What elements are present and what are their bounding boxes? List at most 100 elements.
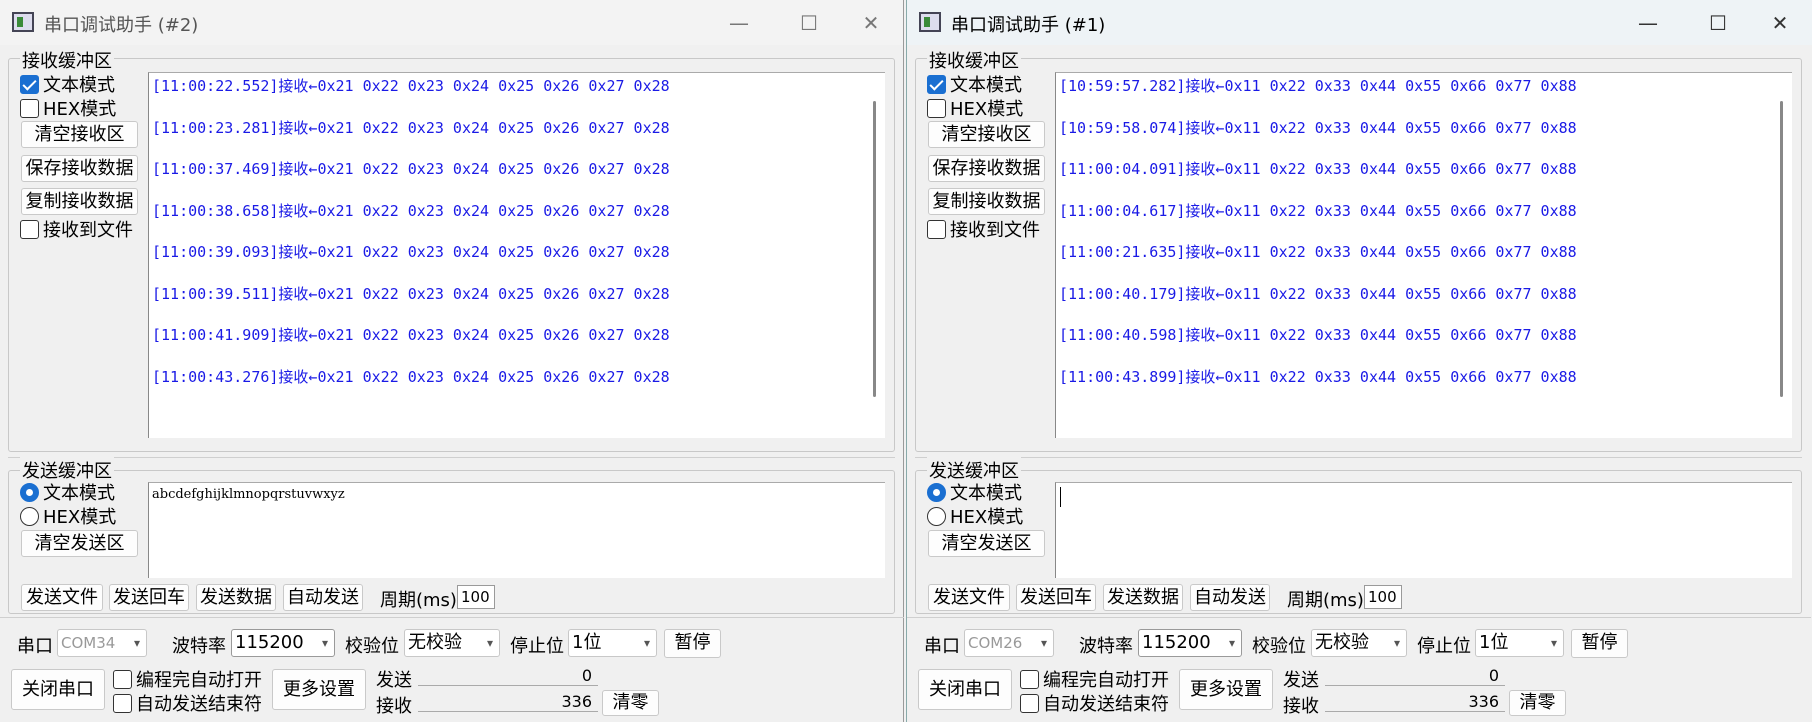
divider xyxy=(0,617,904,618)
copy-recv-button[interactable]: 复制接收数据 xyxy=(21,188,138,215)
more-settings-button[interactable]: 更多设置 xyxy=(1179,669,1273,710)
close-icon[interactable]: ✕ xyxy=(1750,6,1810,40)
send-hex-mode-radio[interactable]: HEX模式 xyxy=(20,505,116,528)
divider xyxy=(907,617,1811,618)
parity-label: 校验位 xyxy=(345,636,399,657)
clear-count-button[interactable]: 清零 xyxy=(1509,690,1566,716)
send-cr-button[interactable]: 发送回车 xyxy=(109,584,189,611)
sent-count: 0 xyxy=(418,666,598,686)
recv-text-mode-label: 文本模式 xyxy=(43,75,115,96)
chevron-down-icon: ▾ xyxy=(643,636,650,650)
stop-select[interactable]: 1位 ▾ xyxy=(568,629,657,657)
title-bar[interactable]: 串口调试助手 (#2) — ☐ ✕ xyxy=(0,0,903,45)
radio-selected-icon xyxy=(927,482,946,502)
send-data-button[interactable]: 发送数据 xyxy=(1103,584,1183,611)
auto-send-button[interactable]: 自动发送 xyxy=(283,584,363,611)
pause-button[interactable]: 暂停 xyxy=(664,629,721,658)
parity-value: 无校验 xyxy=(408,632,462,653)
clear-recv-button[interactable]: 清空接收区 xyxy=(928,121,1045,148)
recv-scrollbar[interactable] xyxy=(1780,101,1783,397)
send-file-button[interactable]: 发送文件 xyxy=(928,584,1010,611)
auto-terminator-checkbox[interactable]: 自动发送结束符 xyxy=(113,692,262,715)
chevron-down-icon: ▾ xyxy=(1040,636,1047,650)
recv-scrollbar[interactable] xyxy=(873,101,876,397)
radio-selected-icon xyxy=(20,482,39,502)
recv-textarea[interactable]: [10:59:57.282]接收←0x11 0x22 0x33 0x44 0x5… xyxy=(1055,72,1792,438)
clear-send-button[interactable]: 清空发送区 xyxy=(21,530,138,557)
recv-to-file-label: 接收到文件 xyxy=(950,220,1040,241)
recv-line: [11:00:40.598]接收←0x11 0x22 0x33 0x44 0x5… xyxy=(1059,326,1577,344)
recv-line: [11:00:39.511]接收←0x21 0x22 0x23 0x24 0x2… xyxy=(152,284,670,303)
recv-hex-mode-checkbox[interactable]: HEX模式 xyxy=(927,97,1023,120)
maximize-icon[interactable]: ☐ xyxy=(1688,6,1748,40)
title-bar[interactable]: 串口调试助手 (#1) — ☐ ✕ xyxy=(907,0,1812,45)
clear-count-button[interactable]: 清零 xyxy=(602,690,659,716)
baud-select[interactable]: 115200 ▾ xyxy=(1138,629,1242,657)
send-text-mode-radio[interactable]: 文本模式 xyxy=(927,481,1022,504)
recv-line: [11:00:38.658]接收←0x21 0x22 0x23 0x24 0x2… xyxy=(152,201,670,220)
auto-send-button[interactable]: 自动发送 xyxy=(1190,584,1270,611)
recv-line: [11:00:40.179]接收←0x11 0x22 0x33 0x44 0x5… xyxy=(1059,284,1577,303)
more-settings-button[interactable]: 更多设置 xyxy=(272,669,366,710)
save-recv-button[interactable]: 保存接收数据 xyxy=(21,155,138,182)
stop-select[interactable]: 1位 ▾ xyxy=(1475,629,1564,657)
minimize-icon[interactable]: — xyxy=(709,6,769,40)
divider xyxy=(8,457,895,458)
unchecked-icon xyxy=(20,219,39,239)
recv-to-file-label: 接收到文件 xyxy=(43,220,133,241)
parity-value: 无校验 xyxy=(1315,632,1369,653)
sent-count: 0 xyxy=(1325,666,1505,686)
baud-select[interactable]: 115200 ▾ xyxy=(231,629,335,657)
port-select[interactable]: COM34 ▾ xyxy=(57,629,147,657)
close-port-button[interactable]: 关闭串口 xyxy=(11,669,105,710)
app-icon xyxy=(919,12,941,32)
parity-label: 校验位 xyxy=(1252,636,1306,657)
unchecked-icon xyxy=(20,98,39,118)
chevron-down-icon: ▾ xyxy=(1550,636,1557,650)
recv-count-label: 接收 xyxy=(1283,696,1319,717)
maximize-icon[interactable]: ☐ xyxy=(779,6,839,40)
recv-group-label: 接收缓冲区 xyxy=(927,47,1021,73)
clear-send-button[interactable]: 清空发送区 xyxy=(928,530,1045,557)
baud-value: 115200 xyxy=(235,632,304,653)
send-text: abcdefghijklmnopqrstuvwxyz xyxy=(152,487,345,502)
recv-to-file-checkbox[interactable]: 接收到文件 xyxy=(927,218,1040,241)
send-textarea[interactable]: abcdefghijklmnopqrstuvwxyz xyxy=(148,482,885,578)
recv-hex-mode-checkbox[interactable]: HEX模式 xyxy=(20,97,116,120)
chevron-down-icon: ▾ xyxy=(1393,636,1400,650)
send-textarea[interactable] xyxy=(1055,482,1792,578)
period-input[interactable]: 100 xyxy=(457,585,495,609)
period-input[interactable]: 100 xyxy=(1364,585,1402,609)
auto-open-checkbox[interactable]: 编程完自动打开 xyxy=(113,668,262,691)
port-select[interactable]: COM26 ▾ xyxy=(964,629,1054,657)
radio-unselected-icon xyxy=(927,506,946,526)
recv-text-mode-checkbox[interactable]: 文本模式 xyxy=(20,73,115,96)
pause-button[interactable]: 暂停 xyxy=(1571,629,1628,658)
send-hex-mode-radio[interactable]: HEX模式 xyxy=(927,505,1023,528)
send-data-button[interactable]: 发送数据 xyxy=(196,584,276,611)
port-label: 串口 xyxy=(924,636,960,657)
send-cr-button[interactable]: 发送回车 xyxy=(1016,584,1096,611)
parity-select[interactable]: 无校验 ▾ xyxy=(404,629,500,657)
clear-recv-button[interactable]: 清空接收区 xyxy=(21,121,138,148)
recv-to-file-checkbox[interactable]: 接收到文件 xyxy=(20,218,133,241)
auto-open-checkbox[interactable]: 编程完自动打开 xyxy=(1020,668,1169,691)
recv-textarea[interactable]: [11:00:22.552]接收←0x21 0x22 0x23 0x24 0x2… xyxy=(148,72,885,438)
close-icon[interactable]: ✕ xyxy=(841,6,901,40)
send-file-button[interactable]: 发送文件 xyxy=(21,584,103,611)
copy-recv-button[interactable]: 复制接收数据 xyxy=(928,188,1045,215)
recv-text-mode-checkbox[interactable]: 文本模式 xyxy=(927,73,1022,96)
baud-label: 波特率 xyxy=(1079,636,1133,657)
recv-line: [10:59:57.282]接收←0x11 0x22 0x33 0x44 0x5… xyxy=(1059,77,1577,95)
close-port-button[interactable]: 关闭串口 xyxy=(918,669,1012,710)
minimize-icon[interactable]: — xyxy=(1618,6,1678,40)
send-text-mode-radio[interactable]: 文本模式 xyxy=(20,481,115,504)
chevron-down-icon: ▾ xyxy=(321,636,328,650)
window-title: 串口调试助手 (#2) xyxy=(44,15,199,36)
save-recv-button[interactable]: 保存接收数据 xyxy=(928,155,1045,182)
radio-unselected-icon xyxy=(20,506,39,526)
auto-terminator-label: 自动发送结束符 xyxy=(1043,694,1169,715)
sent-label: 发送 xyxy=(376,670,412,691)
auto-terminator-checkbox[interactable]: 自动发送结束符 xyxy=(1020,692,1169,715)
parity-select[interactable]: 无校验 ▾ xyxy=(1311,629,1407,657)
